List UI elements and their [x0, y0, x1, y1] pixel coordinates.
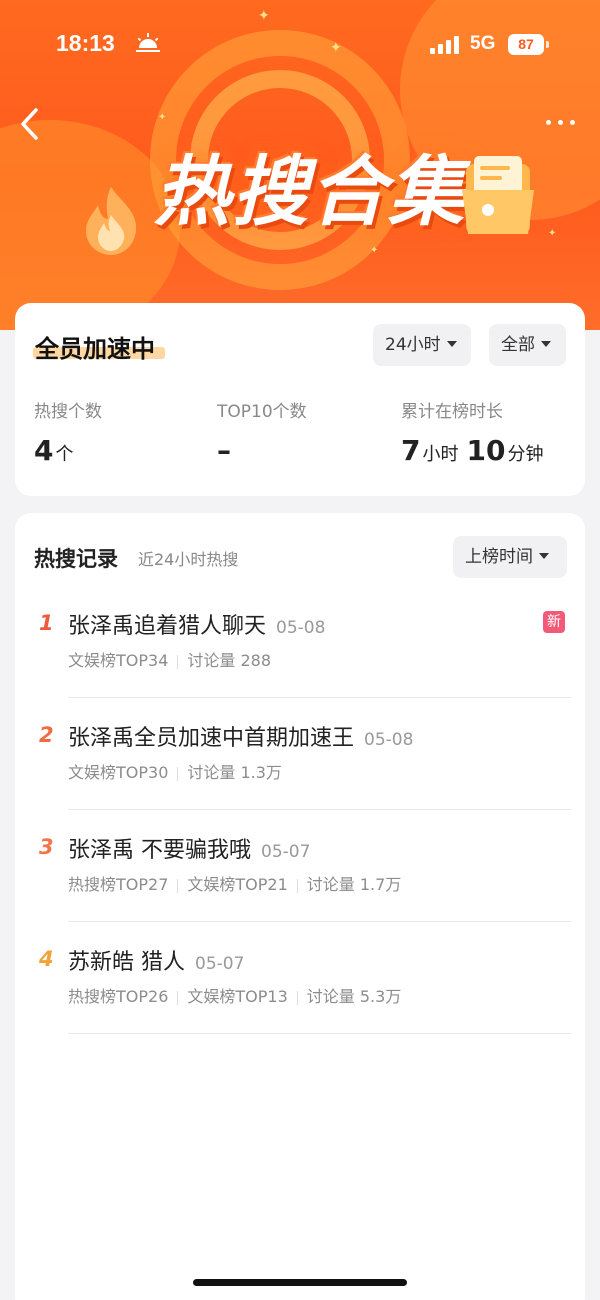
- record-meta: 热搜榜TOP26 文娱榜TOP13 讨论量 5.3万: [68, 983, 401, 1007]
- record-date: 05-07: [261, 842, 311, 862]
- stat-number: 4: [34, 434, 54, 467]
- meta-item: 讨论量 1.7万: [306, 875, 402, 894]
- sort-dropdown[interactable]: 上榜时间: [453, 536, 567, 578]
- stat-label: 热搜个数: [34, 402, 102, 422]
- meta-item: 热搜榜TOP27: [68, 875, 169, 894]
- records-title: 热搜记录: [34, 547, 118, 571]
- record-item[interactable]: 4 苏新皓 猎人 05-07 热搜榜TOP26 文娱榜TOP13 讨论量 5.3万: [15, 947, 585, 1059]
- record-title-text: 张泽禹追着猎人聊天: [68, 614, 267, 639]
- new-badge: 新: [543, 611, 565, 633]
- record-date: 05-08: [364, 730, 414, 750]
- record-title[interactable]: 张泽禹 不要骗我哦 05-07: [68, 832, 310, 864]
- records-card: 热搜记录 近24小时热搜 上榜时间 1 张泽禹追着猎人聊天 05-08 新文娱榜TOP…: [15, 513, 585, 1300]
- stat-label: 累计在榜时长: [401, 402, 503, 422]
- meta-separator: [177, 766, 179, 781]
- meta-item: 讨论量 1.3万: [187, 763, 282, 782]
- record-item[interactable]: 3 张泽禹 不要骗我哦 05-07 热搜榜TOP27 文娱榜TOP21 讨论量 1.7万: [15, 835, 585, 947]
- signal-icon: [430, 34, 462, 54]
- meta-separator: [177, 878, 179, 893]
- sunrise-icon: [136, 33, 160, 52]
- record-title[interactable]: 张泽禹追着猎人聊天 05-08: [68, 608, 325, 640]
- stat-number: –: [217, 434, 231, 467]
- meta-separator: [296, 878, 298, 893]
- stat-minutes: 10: [466, 434, 506, 467]
- record-title[interactable]: 苏新皓 猎人 05-07: [68, 944, 244, 976]
- divider: [68, 809, 571, 810]
- stat-unit: 分钟: [507, 444, 544, 465]
- record-item[interactable]: 1 张泽禹追着猎人聊天 05-08 新文娱榜TOP34 讨论量 288: [15, 611, 585, 723]
- record-meta: 热搜榜TOP27 文娱榜TOP21 讨论量 1.7万: [68, 871, 401, 895]
- divider: [68, 1033, 571, 1034]
- meta-separator: [177, 990, 179, 1005]
- rank-number: 2: [39, 723, 54, 747]
- record-date: 05-08: [276, 618, 326, 638]
- record-title-text: 张泽禹全员加速中首期加速王: [68, 726, 355, 751]
- record-title-text: 苏新皓 猎人: [68, 950, 185, 975]
- status-time: 18:13: [56, 30, 115, 56]
- network-label: 5G: [470, 33, 496, 54]
- meta-item: 热搜榜TOP26: [68, 987, 169, 1006]
- meta-separator: [177, 654, 179, 669]
- record-meta: 文娱榜TOP34 讨论量 288: [68, 647, 271, 671]
- stat-unit: 个: [55, 444, 74, 465]
- caret-down-icon: [446, 340, 457, 347]
- sparkle-icon: ✦: [548, 228, 557, 239]
- record-title-text: 张泽禹 不要骗我哦: [68, 838, 251, 863]
- caret-down-icon: [541, 340, 551, 347]
- scope-filter-dropdown[interactable]: 全部: [489, 324, 566, 366]
- meta-item: 讨论量 288: [187, 651, 272, 670]
- stat-hot-search-count: 热搜个数 4个: [34, 397, 102, 467]
- stat-value: 4个: [34, 434, 102, 467]
- sparkle-icon: ✦: [370, 245, 379, 256]
- caret-down-icon: [539, 552, 549, 559]
- divider: [68, 697, 571, 698]
- record-item[interactable]: 2 张泽禹全员加速中首期加速王 05-08 文娱榜TOP30 讨论量 1.3万: [15, 723, 585, 835]
- status-bar: 18:13 5G 87: [0, 0, 600, 90]
- time-filter-dropdown[interactable]: 24小时: [373, 324, 471, 366]
- sparkle-icon: ✦: [158, 112, 167, 123]
- stat-total-duration: 累计在榜时长 7 小时 10 分钟: [401, 397, 543, 467]
- folder-icon: [462, 156, 534, 234]
- stat-value: 7 小时 10 分钟: [401, 434, 543, 467]
- home-indicator: [193, 1279, 407, 1286]
- back-button[interactable]: [14, 104, 48, 144]
- header-banner: ✦ ✦ ✦ ✦ ✦ 18:13 5G 87 热搜合集: [0, 0, 600, 330]
- page-title: 热搜合集: [154, 147, 466, 236]
- record-meta: 文娱榜TOP30 讨论量 1.3万: [68, 759, 282, 783]
- battery-icon: 87: [508, 34, 549, 55]
- records-subtitle: 近24小时热搜: [138, 550, 239, 569]
- scope-filter-label: 全部: [501, 335, 535, 355]
- rank-number: 3: [39, 835, 54, 859]
- rank-number: 4: [39, 947, 54, 971]
- record-title[interactable]: 张泽禹全员加速中首期加速王 05-08: [68, 720, 413, 752]
- summary-card: 全员加速中 24小时 全部 热搜个数 4个 TOP10个数 – 累计在榜时长 7…: [15, 303, 585, 496]
- meta-item: 文娱榜TOP34: [68, 651, 169, 670]
- stat-unit: 小时: [422, 444, 459, 465]
- meta-item: 文娱榜TOP13: [187, 987, 288, 1006]
- time-filter-label: 24小时: [385, 335, 441, 355]
- stat-hours: 7: [401, 434, 421, 467]
- record-date: 05-07: [195, 954, 245, 974]
- meta-item: 文娱榜TOP30: [68, 763, 169, 782]
- summary-title: 全员加速中: [35, 335, 155, 363]
- stat-value: –: [217, 434, 307, 467]
- summary-title-block: 全员加速中: [33, 329, 165, 364]
- meta-item: 讨论量 5.3万: [306, 987, 402, 1006]
- meta-item: 文娱榜TOP21: [187, 875, 288, 894]
- more-button[interactable]: [540, 110, 580, 134]
- divider: [68, 921, 571, 922]
- meta-separator: [296, 990, 298, 1005]
- stat-label: TOP10个数: [217, 402, 307, 422]
- sort-label: 上榜时间: [465, 547, 533, 567]
- rank-number: 1: [39, 611, 54, 635]
- stat-top10-count: TOP10个数 –: [217, 397, 307, 467]
